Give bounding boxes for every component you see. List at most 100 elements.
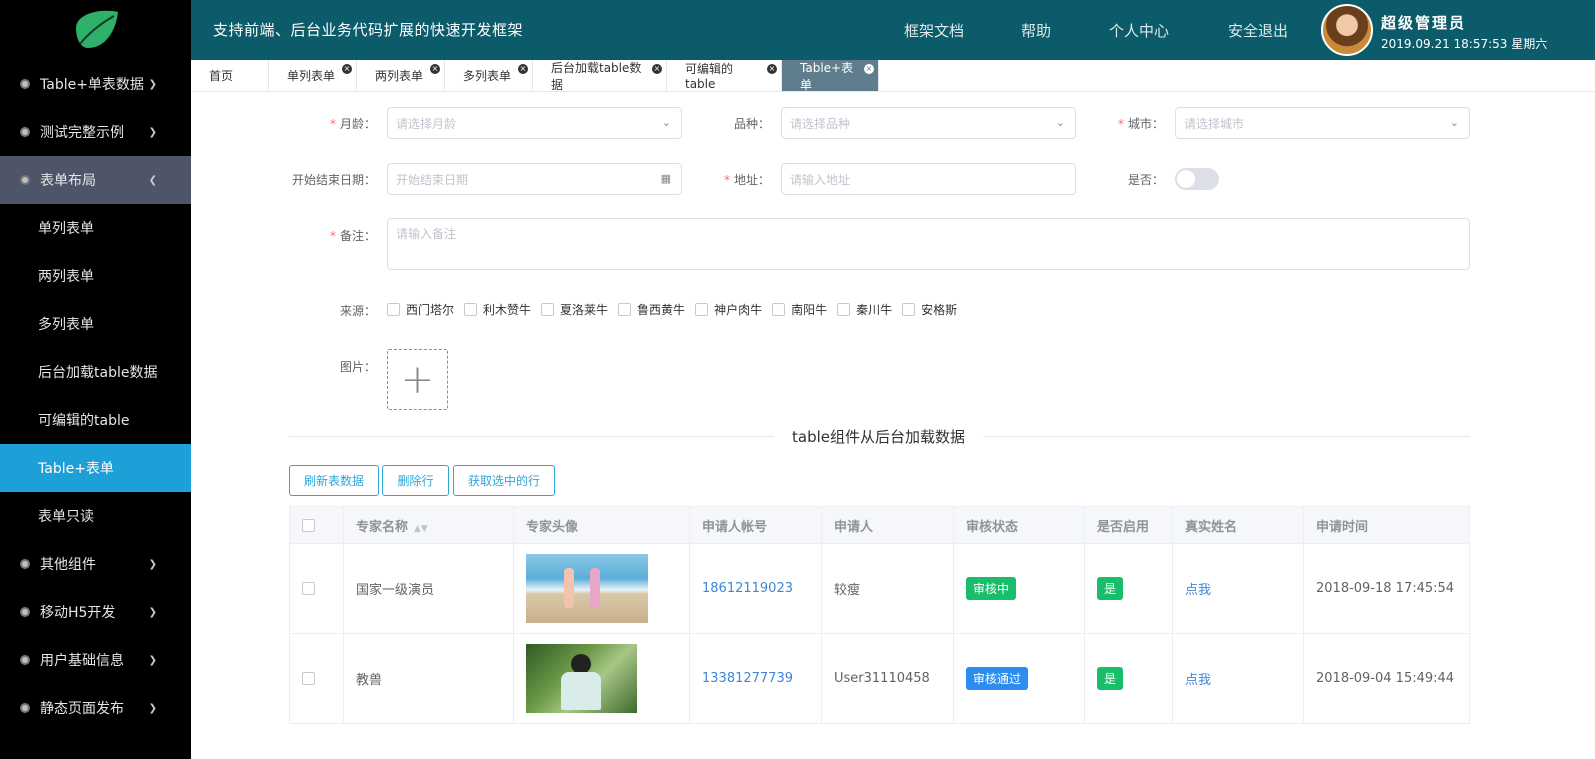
menu-user-info[interactable]: 用户基础信息 ❯ <box>0 636 191 684</box>
source-option[interactable]: 西门塔尔 <box>387 301 454 318</box>
close-icon[interactable]: × <box>652 64 662 74</box>
col-realname: 真实姓名 <box>1172 506 1304 544</box>
menu-other-components[interactable]: 其他组件 ❯ <box>0 540 191 588</box>
tab-table-form[interactable]: Table+表单 × <box>782 60 879 92</box>
menu-label: 测试完整示例 <box>40 125 124 141</box>
submenu-multi-column[interactable]: 多列表单 <box>0 300 191 348</box>
close-icon[interactable]: × <box>864 64 874 74</box>
submenu-backend-table[interactable]: 后台加载table数据 <box>0 348 191 396</box>
table-row: 国家一级演员 18612119023 较瘦 审核中 是 点我 2018-09-1… <box>289 543 1470 634</box>
realname-link[interactable]: 点我 <box>1185 583 1211 598</box>
image-label: 图片： <box>339 360 376 374</box>
checkbox[interactable] <box>464 303 478 316</box>
remark-placeholder: 请输入备注 <box>396 227 457 241</box>
checkbox[interactable] <box>387 303 400 316</box>
tab-editable-table[interactable]: 可编辑的table × <box>667 60 782 91</box>
row-checkbox[interactable] <box>302 582 315 595</box>
col-applicant: 申请人 <box>821 506 954 544</box>
submenu-table-form[interactable]: Table+表单 <box>0 444 191 492</box>
select-all-checkbox[interactable] <box>302 518 315 532</box>
source-option[interactable]: 利木赞牛 <box>464 301 531 318</box>
nav-help[interactable]: 帮助 <box>1021 20 1051 41</box>
menu-static-publish[interactable]: 静态页面发布 ❯ <box>0 684 191 732</box>
section-title: table组件从后台加载数据 <box>774 426 983 447</box>
account-link[interactable]: 13381277739 <box>702 671 793 686</box>
menu-label: 静态页面发布 <box>40 701 124 717</box>
checkbox[interactable] <box>695 303 709 316</box>
app-title: 支持前端、后台业务代码扩展的快速开发框架 <box>213 21 524 39</box>
row-checkbox[interactable] <box>302 672 315 685</box>
chevron-up-icon: ❮ <box>148 174 157 186</box>
tab-backend-table[interactable]: 后台加载table数据 × <box>533 60 667 92</box>
nav-docs[interactable]: 框架文档 <box>904 20 964 41</box>
menu-dot-icon <box>20 607 30 617</box>
breed-select[interactable]: 请选择品种 ⌄ <box>781 107 1076 139</box>
tab-bar: 首页 单列表单 × 两列表单 × 多列表单 × 后台加载table数据 × 可编辑的ta… <box>191 60 1595 92</box>
checkbox[interactable] <box>902 303 916 316</box>
tab-single-column[interactable]: 单列表单 × <box>269 60 357 91</box>
col-status: 审核状态 <box>953 506 1085 544</box>
close-icon[interactable]: × <box>518 64 528 74</box>
logo <box>0 0 191 60</box>
source-option[interactable]: 夏洛莱牛 <box>541 301 608 318</box>
source-option[interactable]: 南阳牛 <box>772 301 827 318</box>
checkbox[interactable] <box>541 303 555 316</box>
close-icon[interactable]: × <box>342 64 352 74</box>
source-option[interactable]: 安格斯 <box>902 301 957 318</box>
source-option[interactable]: 神户肉牛 <box>695 301 762 318</box>
menu-dot-icon <box>20 175 30 185</box>
submenu-single-column[interactable]: 单列表单 <box>0 204 191 252</box>
delete-row-button[interactable]: 删除行 <box>382 465 449 496</box>
col-apply-time: 申请时间 <box>1303 506 1470 544</box>
age-select[interactable]: 请选择月龄 ⌄ <box>387 107 682 139</box>
checkbox[interactable] <box>837 303 851 316</box>
tab-two-column[interactable]: 两列表单 × <box>357 60 445 91</box>
col-expert-name[interactable]: 专家名称 ▲▼ <box>343 506 514 544</box>
menu-form-layout[interactable]: 表单布局 ❮ <box>0 156 191 204</box>
source-option[interactable]: 秦川牛 <box>837 301 892 318</box>
yesno-label: 是否： <box>1127 173 1164 187</box>
submenu-form-readonly[interactable]: 表单只读 <box>0 492 191 540</box>
sort-icon[interactable]: ▲▼ <box>414 524 428 534</box>
date-range-picker[interactable]: 开始结束日期 ▦ <box>387 163 682 195</box>
tab-home[interactable]: 首页 <box>191 60 269 91</box>
tab-multi-column[interactable]: 多列表单 × <box>445 60 533 91</box>
tab-label: 后台加载table数据 <box>551 60 642 92</box>
user-name: 超级管理员 <box>1381 14 1467 32</box>
table-row: 教兽 13381277739 User31110458 审核通过 是 点我 20… <box>289 633 1470 724</box>
tab-label: 首页 <box>209 69 234 83</box>
refresh-table-button[interactable]: 刷新表数据 <box>289 465 379 496</box>
submenu-two-column[interactable]: 两列表单 <box>0 252 191 300</box>
tab-label: 可编辑的table <box>685 62 734 91</box>
submenu-editable-table[interactable]: 可编辑的table <box>0 396 191 444</box>
account-link[interactable]: 18612119023 <box>702 581 793 596</box>
address-input[interactable]: 请输入地址 <box>781 163 1076 195</box>
plus-icon: + <box>400 356 435 403</box>
get-selected-rows-button[interactable]: 获取选中的行 <box>453 465 555 496</box>
date-label: 开始结束日期： <box>291 173 376 187</box>
row-select-cell <box>289 633 344 724</box>
realname-link[interactable]: 点我 <box>1185 673 1211 688</box>
city-select[interactable]: 请选择城市 ⌄ <box>1175 107 1470 139</box>
source-option[interactable]: 鲁西黄牛 <box>618 301 685 318</box>
close-icon[interactable]: × <box>767 64 777 74</box>
menu-test-examples[interactable]: 测试完整示例 ❯ <box>0 108 191 156</box>
col-expert-avatar: 专家头像 <box>513 506 690 544</box>
image-upload-button[interactable]: + <box>387 349 448 410</box>
remark-textarea[interactable]: 请输入备注 <box>387 218 1470 270</box>
close-icon[interactable]: × <box>430 64 440 74</box>
nav-profile[interactable]: 个人中心 <box>1109 20 1169 41</box>
breed-label: 品种： <box>733 117 770 131</box>
nav-logout[interactable]: 安全退出 <box>1228 20 1288 41</box>
menu-table-single[interactable]: Table+单表数据 ❯ <box>0 60 191 108</box>
enabled-badge: 是 <box>1097 577 1124 600</box>
expert-name-cell: 国家一级演员 <box>343 543 514 634</box>
avatar[interactable] <box>1321 4 1373 56</box>
chevron-down-icon: ⌄ <box>1055 116 1065 129</box>
checkbox[interactable] <box>618 303 632 316</box>
yesno-toggle[interactable] <box>1175 168 1219 190</box>
checkbox[interactable] <box>772 303 786 316</box>
source-option-label: 南阳牛 <box>791 303 828 317</box>
expert-photo <box>526 554 648 623</box>
menu-mobile-h5[interactable]: 移动H5开发 ❯ <box>0 588 191 636</box>
